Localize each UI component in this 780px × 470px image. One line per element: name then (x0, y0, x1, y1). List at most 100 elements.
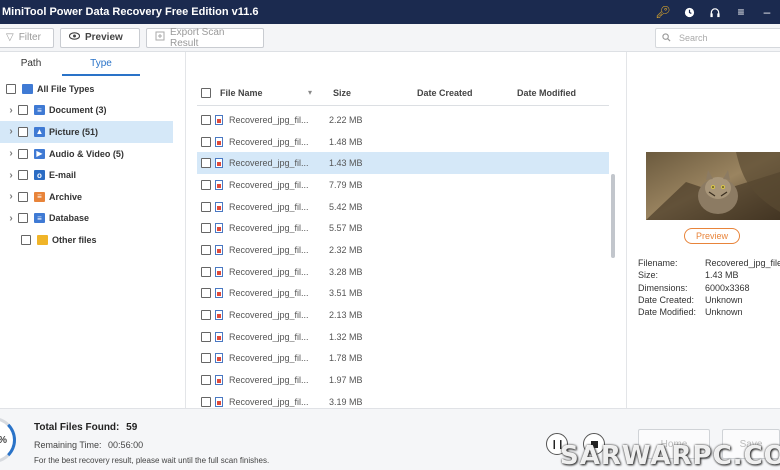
document-icon: ≡ (34, 105, 45, 116)
key-icon[interactable]: 🔑︎ (650, 0, 676, 24)
property-row: Date Created: Unknown (638, 294, 780, 306)
tree-item-all-file-types[interactable]: All File Types (0, 78, 185, 100)
chevron-right-icon[interactable]: › (5, 170, 17, 181)
image-file-icon (215, 353, 223, 364)
row-checkbox[interactable] (201, 136, 211, 147)
export-icon (155, 31, 165, 44)
tree-item-other-files[interactable]: Other files (0, 229, 185, 251)
chevron-right-icon[interactable]: › (5, 105, 17, 116)
tab-path[interactable]: Path (0, 52, 62, 76)
filter-button[interactable]: ▽ Filter (0, 27, 54, 48)
chevron-right-icon[interactable]: › (5, 148, 17, 159)
file-size: 2.22 MB (329, 114, 363, 125)
picture-icon: ▲ (34, 126, 45, 137)
table-row[interactable]: Recovered_jpg_fil... 1.32 MB (197, 326, 609, 348)
tree-item-label: E-mail (49, 170, 77, 181)
checkbox[interactable] (18, 191, 28, 202)
image-file-icon (215, 179, 223, 190)
row-checkbox[interactable] (201, 223, 211, 234)
row-checkbox[interactable] (201, 244, 211, 255)
file-size: 7.79 MB (329, 179, 363, 190)
monitor-icon (22, 83, 33, 94)
row-checkbox[interactable] (201, 114, 211, 125)
checkbox[interactable] (18, 170, 28, 181)
property-row: Size: 1.43 MB (638, 269, 780, 281)
chevron-right-icon[interactable]: › (5, 213, 17, 224)
checkbox[interactable] (18, 148, 28, 159)
tree-item-audio-video[interactable]: › ▶ Audio & Video (5) (0, 143, 185, 165)
total-value: 59 (126, 422, 138, 433)
table-row[interactable]: Recovered_jpg_fil... 3.28 MB (197, 261, 609, 283)
table-row[interactable]: Recovered_jpg_fil... 5.57 MB (197, 217, 609, 239)
row-checkbox[interactable] (201, 375, 211, 386)
table-row[interactable]: Recovered_jpg_fil... 1.97 MB (197, 369, 609, 391)
file-name: Recovered_jpg_fil... (229, 375, 309, 386)
select-all-checkbox[interactable] (201, 87, 211, 98)
chevron-right-icon[interactable]: › (5, 126, 17, 137)
filter-label: Filter (18, 32, 41, 43)
preview-button[interactable]: Preview (60, 27, 140, 48)
row-checkbox[interactable] (201, 396, 211, 407)
column-date-created[interactable]: Date Created (417, 88, 517, 98)
checkbox[interactable] (18, 213, 28, 224)
row-checkbox[interactable] (201, 331, 211, 342)
image-file-icon (215, 266, 223, 277)
tree-item-document[interactable]: › ≡ Document (3) (0, 100, 185, 122)
tree-item-label: Picture (51) (49, 126, 99, 137)
menu-icon[interactable]: ≡ (728, 0, 754, 24)
tree-item-label: Document (3) (49, 105, 107, 116)
file-name: Recovered_jpg_fil... (229, 310, 309, 321)
table-row[interactable]: Recovered_jpg_fil... 3.51 MB (197, 283, 609, 305)
column-file-name[interactable]: File Name (220, 88, 308, 98)
sort-down-icon[interactable]: ▾ (308, 88, 333, 97)
file-size: 3.51 MB (329, 288, 363, 299)
export-scan-result-button[interactable]: Export Scan Result (146, 27, 264, 49)
tab-type[interactable]: Type (62, 52, 140, 76)
column-size[interactable]: Size (333, 88, 417, 98)
tree-item-database[interactable]: › ≡ Database (0, 208, 185, 230)
file-list-header: File Name ▾ Size Date Created Date Modif… (197, 80, 609, 106)
checkbox[interactable] (18, 126, 28, 137)
tree-item-picture[interactable]: › ▲ Picture (51) (0, 121, 173, 143)
table-row[interactable]: Recovered_jpg_fil... 2.22 MB (197, 109, 609, 131)
row-checkbox[interactable] (201, 353, 211, 364)
table-row[interactable]: Recovered_jpg_fil... 7.79 MB (197, 174, 609, 196)
table-row[interactable]: Recovered_jpg_fil... 2.32 MB (197, 239, 609, 261)
search-placeholder: Search (679, 33, 708, 43)
table-row[interactable]: Recovered_jpg_fil... 2.13 MB (197, 304, 609, 326)
scan-hint: For the best recovery result, please wai… (34, 456, 270, 465)
property-key: Date Modified: (638, 307, 697, 318)
search-icon (662, 32, 671, 44)
table-row[interactable]: Recovered_jpg_fil... 1.78 MB (197, 348, 609, 370)
view-tabs: Path Type (0, 52, 185, 76)
table-row-selected[interactable]: Recovered_jpg_fil... 1.43 MB (197, 152, 609, 175)
file-list-panel: File Name ▾ Size Date Created Date Modif… (187, 52, 627, 408)
row-checkbox[interactable] (201, 288, 211, 299)
filter-icon: ▽ (6, 32, 14, 43)
tree-item-archive[interactable]: › ≡ Archive (0, 186, 185, 208)
checkbox[interactable] (21, 234, 31, 245)
checkbox[interactable] (6, 83, 16, 94)
property-value: Recovered_jpg_file (705, 258, 780, 269)
clock-icon[interactable] (676, 0, 702, 24)
image-file-icon (215, 201, 223, 212)
file-name: Recovered_jpg_fil... (229, 244, 309, 255)
list-scrollbar[interactable] (611, 174, 615, 258)
row-checkbox[interactable] (201, 310, 211, 321)
row-checkbox[interactable] (201, 158, 211, 169)
table-row[interactable]: Recovered_jpg_fil... 5.42 MB (197, 196, 609, 218)
row-checkbox[interactable] (201, 179, 211, 190)
row-checkbox[interactable] (201, 266, 211, 277)
image-file-icon (215, 244, 223, 255)
column-date-modified[interactable]: Date Modified (517, 88, 576, 98)
chevron-right-icon[interactable]: › (5, 191, 17, 202)
row-checkbox[interactable] (201, 201, 211, 212)
tree-item-email[interactable]: › o E-mail (0, 164, 185, 186)
table-row[interactable]: Recovered_jpg_fil... 1.48 MB (197, 131, 609, 153)
headset-icon[interactable] (702, 0, 728, 24)
minimize-icon[interactable]: – (754, 0, 780, 24)
window-controls: 🔑︎ ≡ – (650, 0, 780, 24)
preview-file-button[interactable]: Preview (684, 228, 740, 244)
checkbox[interactable] (18, 105, 28, 116)
search-input[interactable]: Search (655, 28, 780, 48)
